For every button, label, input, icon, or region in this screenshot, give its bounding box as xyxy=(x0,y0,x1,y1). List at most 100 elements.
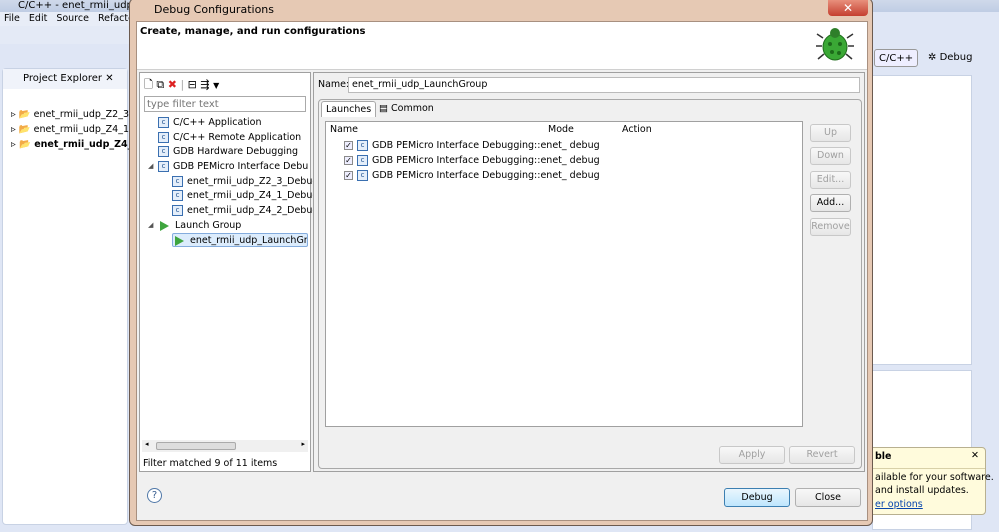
filter-input[interactable] xyxy=(144,96,306,112)
menu-source[interactable]: Source xyxy=(56,13,89,24)
perspective-label: C/C++ xyxy=(879,53,914,64)
revert-button[interactable]: Revert xyxy=(789,446,855,464)
dialog-header: Create, manage, and run configurations xyxy=(137,22,867,70)
tree-item-gdb-hardware-debugging[interactable]: c GDB Hardware Debugging xyxy=(158,145,298,159)
table-row[interactable]: ✓ c GDB PEMicro Interface Debugging::enet_… xyxy=(344,139,600,153)
close-button[interactable]: Close xyxy=(795,488,861,507)
tab-label: Common xyxy=(391,103,434,114)
c-icon: c xyxy=(172,176,183,187)
launch-icon xyxy=(175,235,184,246)
row-mode: debug xyxy=(569,140,600,151)
checkbox[interactable]: ✓ xyxy=(344,141,353,150)
tree-item-label: enet_rmii_udp_Z4_2_Debug xyxy=(187,205,319,216)
project-item[interactable]: ▹ 📂 enet_rmii_udp_Z2_3: D xyxy=(11,109,129,120)
menu-file[interactable]: File xyxy=(4,13,20,24)
name-input[interactable]: enet_rmii_udp_LaunchGroup xyxy=(348,77,860,93)
tree-item-label: enet_rmii_udp_Z4_1_Debug xyxy=(187,190,319,201)
notification-text: ailable for your software. xyxy=(875,472,994,483)
expand-arrow-icon[interactable]: ◢ xyxy=(148,162,153,170)
tree-toolbar: 🗋 ⧉ ✖ | ⊟ ⇶ ▼ xyxy=(144,78,220,91)
column-header-mode[interactable]: Mode xyxy=(548,124,574,135)
debug-bug-icon xyxy=(816,28,854,61)
scrollbar-thumb[interactable] xyxy=(156,442,236,450)
configuration-tree-panel: 🗋 ⧉ ✖ | ⊟ ⇶ ▼ c C/C++ Application c C/C++ … xyxy=(139,72,318,472)
launches-table: Name Mode Action ✓ c GDB PEMicro Interface… xyxy=(325,121,803,427)
tree-item-launchgroup-selected[interactable]: enet_rmii_udp_LaunchGroup xyxy=(172,233,308,247)
notification-close-icon[interactable]: ✕ xyxy=(971,450,979,461)
perspective-label: Debug xyxy=(939,52,973,63)
tree-item-label: enet_rmii_udp_Z2_3_Debug xyxy=(187,176,319,187)
new-configuration-icon[interactable]: 🗋 xyxy=(144,78,153,91)
c-icon: c xyxy=(172,190,183,201)
tree-item-cpp-remote-application[interactable]: c C/C++ Remote Application xyxy=(158,131,301,145)
project-explorer-tab[interactable]: Project Explorer ✕ xyxy=(3,69,127,89)
edit-button[interactable]: Edit... xyxy=(810,171,851,189)
c-icon: c xyxy=(158,132,169,143)
project-item[interactable]: ▹ 📂 enet_rmii_udp_Z4_2: D xyxy=(11,139,129,150)
common-tab-icon: ▤ xyxy=(379,103,388,114)
tab-common[interactable]: ▤ Common xyxy=(375,101,438,117)
row-name: GDB PEMicro Interface Debugging::enet_ xyxy=(372,140,567,151)
tree-item-gdb-pemicro[interactable]: c GDB PEMicro Interface Debugging xyxy=(158,160,308,174)
expand-arrow-icon[interactable]: ◢ xyxy=(148,221,153,229)
dialog-body: Create, manage, and run configurations 🗋… xyxy=(136,21,868,521)
filter-status: Filter matched 9 of 11 items xyxy=(143,458,278,469)
tab-folder: Launches ▤ Common Name Mode Action ✓ c GDB… xyxy=(318,99,862,469)
down-button[interactable]: Down xyxy=(810,147,851,165)
perspective-debug[interactable]: ✲ Debug xyxy=(924,49,976,67)
duplicate-icon[interactable]: ⧉ xyxy=(156,78,164,91)
tree-item-config[interactable]: c enet_rmii_udp_Z2_3_Debug xyxy=(172,175,318,189)
column-header-name[interactable]: Name xyxy=(330,124,358,135)
c-icon: c xyxy=(172,205,183,216)
c-icon: c xyxy=(158,161,169,172)
dialog-header-text: Create, manage, and run configurations xyxy=(140,26,366,37)
horizontal-scrollbar[interactable]: ◂ ▸ xyxy=(142,440,308,452)
row-name: GDB PEMicro Interface Debugging::enet_ xyxy=(372,170,567,181)
configuration-editor: Name: enet_rmii_udp_LaunchGroup Launches… xyxy=(313,72,865,472)
row-name: GDB PEMicro Interface Debugging::enet_ xyxy=(372,155,567,166)
filter-icon[interactable]: ⇶ xyxy=(200,78,209,91)
tree-item-label: C/C++ Remote Application xyxy=(173,132,302,143)
scroll-left-icon[interactable]: ◂ xyxy=(145,440,149,448)
tab-label: Launches xyxy=(326,104,372,115)
filter-dropdown-icon[interactable]: ▼ xyxy=(213,81,219,90)
tree-item-label: C/C++ Application xyxy=(173,117,262,128)
outline-view xyxy=(872,75,972,365)
column-header-action[interactable]: Action xyxy=(622,124,652,135)
tree-item-config[interactable]: c enet_rmii_udp_Z4_1_Debug xyxy=(172,189,318,203)
project-label: enet_rmii_udp_Z2_3: D xyxy=(33,109,129,120)
perspective-cpp[interactable]: C/C++ xyxy=(874,49,919,67)
checkbox[interactable]: ✓ xyxy=(344,156,353,165)
project-label: enet_rmii_udp_Z4_2: D xyxy=(34,139,129,150)
dialog-close-icon[interactable]: ✕ xyxy=(828,0,868,16)
help-icon[interactable]: ? xyxy=(147,488,162,503)
menu-edit[interactable]: Edit xyxy=(29,13,47,24)
project-explorer: Project Explorer ✕ ▹ 📂 enet_rmii_udp_Z2_… xyxy=(2,68,129,525)
tree-item-cpp-application[interactable]: c C/C++ Application xyxy=(158,116,262,130)
collapse-all-icon[interactable]: ⊟ xyxy=(188,78,197,91)
tree-item-label: GDB PEMicro Interface Debugging xyxy=(173,161,308,172)
notification-title: ble xyxy=(875,451,892,462)
tree-item-config[interactable]: c enet_rmii_udp_Z4_2_Debug xyxy=(172,204,318,218)
c-icon: c xyxy=(357,170,368,181)
c-icon: c xyxy=(357,155,368,166)
table-row[interactable]: ✓ c GDB PEMicro Interface Debugging::enet_… xyxy=(344,169,600,183)
remove-button[interactable]: Remove xyxy=(810,218,851,236)
debug-button[interactable]: Debug xyxy=(724,488,790,507)
launch-icon xyxy=(160,220,169,231)
tree-item-launch-group[interactable]: Launch Group xyxy=(160,219,241,233)
notification-link[interactable]: er options xyxy=(875,499,923,510)
c-icon: c xyxy=(357,140,368,151)
tab-launches[interactable]: Launches xyxy=(321,101,377,117)
table-row[interactable]: ✓ c GDB PEMicro Interface Debugging::enet_… xyxy=(344,154,600,168)
delete-icon[interactable]: ✖ xyxy=(168,78,177,91)
add-button[interactable]: Add... xyxy=(810,194,851,212)
project-label: enet_rmii_udp_Z4_1: D xyxy=(33,124,129,135)
scroll-right-icon[interactable]: ▸ xyxy=(301,440,305,448)
project-item[interactable]: ▹ 📂 enet_rmii_udp_Z4_1: D xyxy=(11,124,129,135)
c-icon: c xyxy=(158,146,169,157)
checkbox[interactable]: ✓ xyxy=(344,171,353,180)
apply-button[interactable]: Apply xyxy=(719,446,785,464)
up-button[interactable]: Up xyxy=(810,124,851,142)
dialog-title: Debug Configurations xyxy=(154,3,275,16)
